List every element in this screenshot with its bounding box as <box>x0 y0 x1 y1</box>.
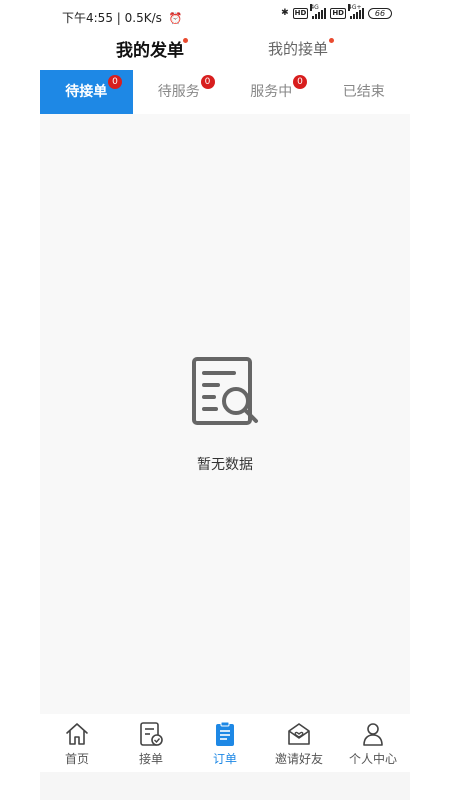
notification-dot <box>183 38 188 43</box>
battery-icon: 66 <box>368 8 392 19</box>
tab-my-accepted-orders[interactable]: 我的接单 <box>268 38 335 59</box>
document-search-icon <box>192 357 258 425</box>
empty-state-text: 暂无数据 <box>197 457 253 473</box>
status-icons: ✱ HD 4G HD 4G+ 66 <box>281 4 392 19</box>
tab-label: 我的接单 <box>268 40 329 58</box>
screen: 下午4:55 | 0.5K/s ⏰ ✱ HD 4G HD 4G+ 66 我的发单… <box>0 0 450 800</box>
nav-accept-orders[interactable]: 接单 <box>114 714 188 772</box>
order-status-tabs: 待接单 0 待服务 0 服务中 0 已结束 <box>40 70 410 114</box>
nav-orders[interactable]: 订单 <box>188 714 262 772</box>
nav-profile[interactable]: 个人中心 <box>336 714 410 772</box>
nav-label: 邀请好友 <box>274 752 323 766</box>
order-check-icon <box>140 722 163 746</box>
header: 我的发单 我的接单 <box>0 30 450 66</box>
nav-home[interactable]: 首页 <box>40 714 114 772</box>
person-icon <box>363 723 383 746</box>
tab-label: 已结束 <box>342 84 385 100</box>
order-list-area[interactable]: 暂无数据 <box>40 114 410 714</box>
tab-in-service[interactable]: 服务中 0 <box>225 70 318 114</box>
nav-label: 个人中心 <box>348 752 397 766</box>
status-bar: 下午4:55 | 0.5K/s ⏰ ✱ HD 4G HD 4G+ 66 <box>0 0 450 32</box>
clipboard-icon <box>216 721 234 746</box>
tab-label: 待接单 <box>65 84 108 100</box>
tab-pending-service[interactable]: 待服务 0 <box>133 70 226 114</box>
bottom-nav: 首页 接单 订单 邀请好友 个人中心 <box>40 714 410 772</box>
network-type-2: 4G+ <box>348 4 362 11</box>
invite-heart-icon <box>288 723 310 745</box>
tab-pending-accept[interactable]: 待接单 0 <box>40 70 133 114</box>
status-time-speed: 下午4:55 | 0.5K/s <box>62 11 162 25</box>
nav-label: 接单 <box>138 752 163 766</box>
nav-invite-friends[interactable]: 邀请好友 <box>262 714 336 772</box>
notification-dot <box>329 38 335 43</box>
status-time: 下午4:55 | 0.5K/s ⏰ <box>62 9 182 26</box>
alarm-icon: ⏰ <box>168 12 183 25</box>
bluetooth-icon: ✱ <box>281 8 289 18</box>
hd-badge: HD <box>292 8 309 19</box>
tab-my-posted-orders[interactable]: 我的发单 <box>116 36 188 61</box>
count-badge: 0 <box>200 75 215 89</box>
network-type: 4G <box>310 4 319 11</box>
tab-label: 待服务 <box>157 84 200 100</box>
signal-icon-2: 4G+ <box>348 4 364 19</box>
count-badge: 0 <box>293 75 307 89</box>
home-icon <box>66 723 88 745</box>
hd-badge-2: HD <box>330 8 346 19</box>
count-badge: 0 <box>108 75 122 89</box>
signal-icon: 4G <box>310 4 327 19</box>
tab-label: 服务中 <box>250 84 293 100</box>
nav-label: 订单 <box>212 752 237 766</box>
tab-finished[interactable]: 已结束 <box>318 70 411 114</box>
nav-label: 首页 <box>64 752 89 766</box>
home-indicator-area <box>40 772 410 800</box>
tab-label: 我的发单 <box>116 41 184 61</box>
